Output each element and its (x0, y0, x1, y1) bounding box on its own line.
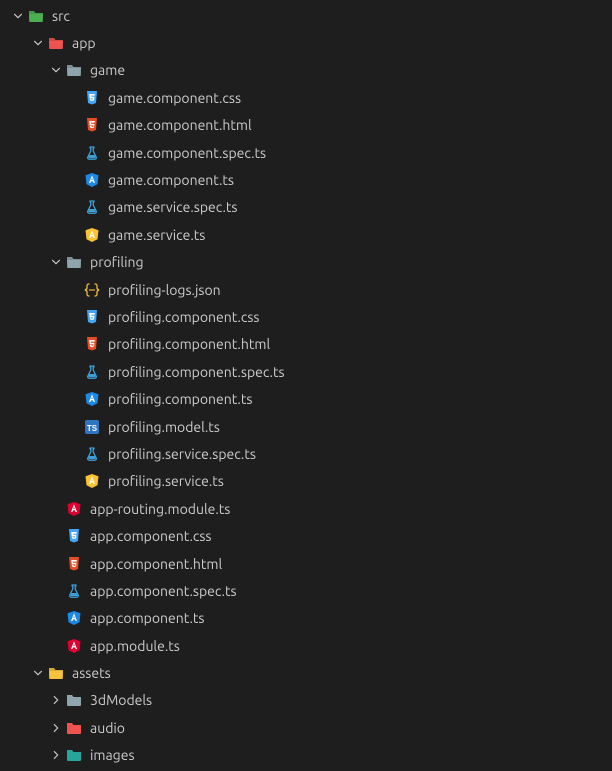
file-row-profiling-component-html[interactable]: profiling.component.html (0, 331, 612, 358)
folder-row-3dModels[interactable]: 3dModels (0, 687, 612, 714)
folder-row-images[interactable]: images (0, 742, 612, 769)
css-icon (66, 528, 82, 544)
tree-item-label: game.component.css (108, 90, 241, 106)
css-icon (84, 309, 100, 325)
file-row-app-component-css[interactable]: app.component.css (0, 522, 612, 549)
chevron-down-icon[interactable] (30, 35, 46, 51)
folder-app-icon (48, 35, 64, 51)
file-row-profiling-service-ts[interactable]: profiling.service.ts (0, 468, 612, 495)
test-icon (66, 583, 82, 599)
tree-item-label: images (90, 747, 135, 763)
test-icon (84, 145, 100, 161)
folder-row-app[interactable]: app (0, 29, 612, 56)
file-row-app-routing-module-ts[interactable]: app-routing.module.ts (0, 495, 612, 522)
angular-module-red-icon (66, 501, 82, 517)
folder-generic-open-icon (66, 254, 82, 270)
tree-item-label: 3dModels (90, 692, 152, 708)
tree-item-label: assets (72, 665, 111, 681)
test-icon (84, 199, 100, 215)
folder-src-icon (28, 8, 44, 24)
file-row-app-component-html[interactable]: app.component.html (0, 550, 612, 577)
html-icon (84, 117, 100, 133)
tree-item-label: profiling (90, 254, 144, 270)
file-explorer-tree: srcapp game game.component.css game.compone… (0, 2, 612, 769)
angular-ts-icon (84, 391, 100, 407)
chevron-down-icon[interactable] (48, 254, 64, 270)
file-row-app-component-spec-ts[interactable]: app.component.spec.ts (0, 577, 612, 604)
tree-item-label: game (90, 62, 125, 78)
chevron-right-icon[interactable] (48, 720, 64, 736)
folder-images-icon (66, 747, 82, 763)
tree-item-label: app (72, 35, 96, 51)
test-icon (84, 446, 100, 462)
file-row-profiling-model-ts[interactable]: profiling.model.ts (0, 413, 612, 440)
file-row-profiling-component-css[interactable]: profiling.component.css (0, 303, 612, 330)
angular-ts-icon (84, 172, 100, 188)
chevron-right-icon[interactable] (48, 747, 64, 763)
tree-item-label: app.module.ts (90, 638, 180, 654)
tree-item-label: profiling.component.html (108, 336, 270, 352)
tree-item-label: app.component.spec.ts (90, 583, 237, 599)
folder-row-src[interactable]: src (0, 2, 612, 29)
angular-service-icon (84, 227, 100, 243)
folder-generic-icon (66, 692, 82, 708)
file-row-game-component-spec-ts[interactable]: game.component.spec.ts (0, 139, 612, 166)
tree-item-label: game.service.spec.ts (108, 199, 237, 215)
file-row-game-service-spec-ts[interactable]: game.service.spec.ts (0, 194, 612, 221)
tree-item-label: profiling.service.spec.ts (108, 446, 256, 462)
tree-item-label: app.component.ts (90, 610, 204, 626)
folder-assets-icon (48, 665, 64, 681)
file-row-game-component-html[interactable]: game.component.html (0, 112, 612, 139)
file-row-profiling-component-ts[interactable]: profiling.component.ts (0, 385, 612, 412)
angular-ts-icon (66, 610, 82, 626)
tree-item-label: app-routing.module.ts (90, 501, 230, 517)
file-row-app-component-ts[interactable]: app.component.ts (0, 605, 612, 632)
css-icon (84, 90, 100, 106)
file-row-game-component-ts[interactable]: game.component.ts (0, 166, 612, 193)
tree-item-label: app.component.css (90, 528, 212, 544)
json-icon (84, 282, 100, 298)
angular-module-red-icon (66, 638, 82, 654)
folder-row-assets[interactable]: assets (0, 659, 612, 686)
tree-item-label: profiling.service.ts (108, 473, 224, 489)
chevron-right-icon[interactable] (48, 692, 64, 708)
file-row-app-module-ts[interactable]: app.module.ts (0, 632, 612, 659)
folder-generic-open-icon (66, 62, 82, 78)
tree-item-label: profiling.component.css (108, 309, 260, 325)
tree-item-label: profiling.component.ts (108, 391, 252, 407)
tree-item-label: audio (90, 720, 125, 736)
file-row-profiling-service-spec-ts[interactable]: profiling.service.spec.ts (0, 440, 612, 467)
chevron-down-icon[interactable] (30, 665, 46, 681)
tree-item-label: src (52, 8, 70, 24)
file-row-game-component-css[interactable]: game.component.css (0, 84, 612, 111)
tree-item-label: profiling.component.spec.ts (108, 364, 285, 380)
tree-item-label: game.component.ts (108, 172, 234, 188)
tree-item-label: profiling.model.ts (108, 419, 220, 435)
folder-row-audio[interactable]: audio (0, 714, 612, 741)
html-icon (66, 556, 82, 572)
chevron-down-icon[interactable] (48, 62, 64, 78)
chevron-down-icon[interactable] (10, 8, 26, 24)
angular-service-icon (84, 473, 100, 489)
file-row-profiling-logs-json[interactable]: profiling-logs.json (0, 276, 612, 303)
tree-item-label: game.service.ts (108, 227, 205, 243)
file-row-game-service-ts[interactable]: game.service.ts (0, 221, 612, 248)
folder-row-game[interactable]: game (0, 57, 612, 84)
folder-row-profiling[interactable]: profiling (0, 249, 612, 276)
html-icon (84, 336, 100, 352)
tree-item-label: profiling-logs.json (108, 282, 221, 298)
tree-item-label: game.component.spec.ts (108, 145, 266, 161)
ts-icon (84, 419, 100, 435)
tree-item-label: app.component.html (90, 556, 222, 572)
test-icon (84, 364, 100, 380)
tree-item-label: game.component.html (108, 117, 252, 133)
file-row-profiling-component-spec-ts[interactable]: profiling.component.spec.ts (0, 358, 612, 385)
folder-audio-icon (66, 720, 82, 736)
